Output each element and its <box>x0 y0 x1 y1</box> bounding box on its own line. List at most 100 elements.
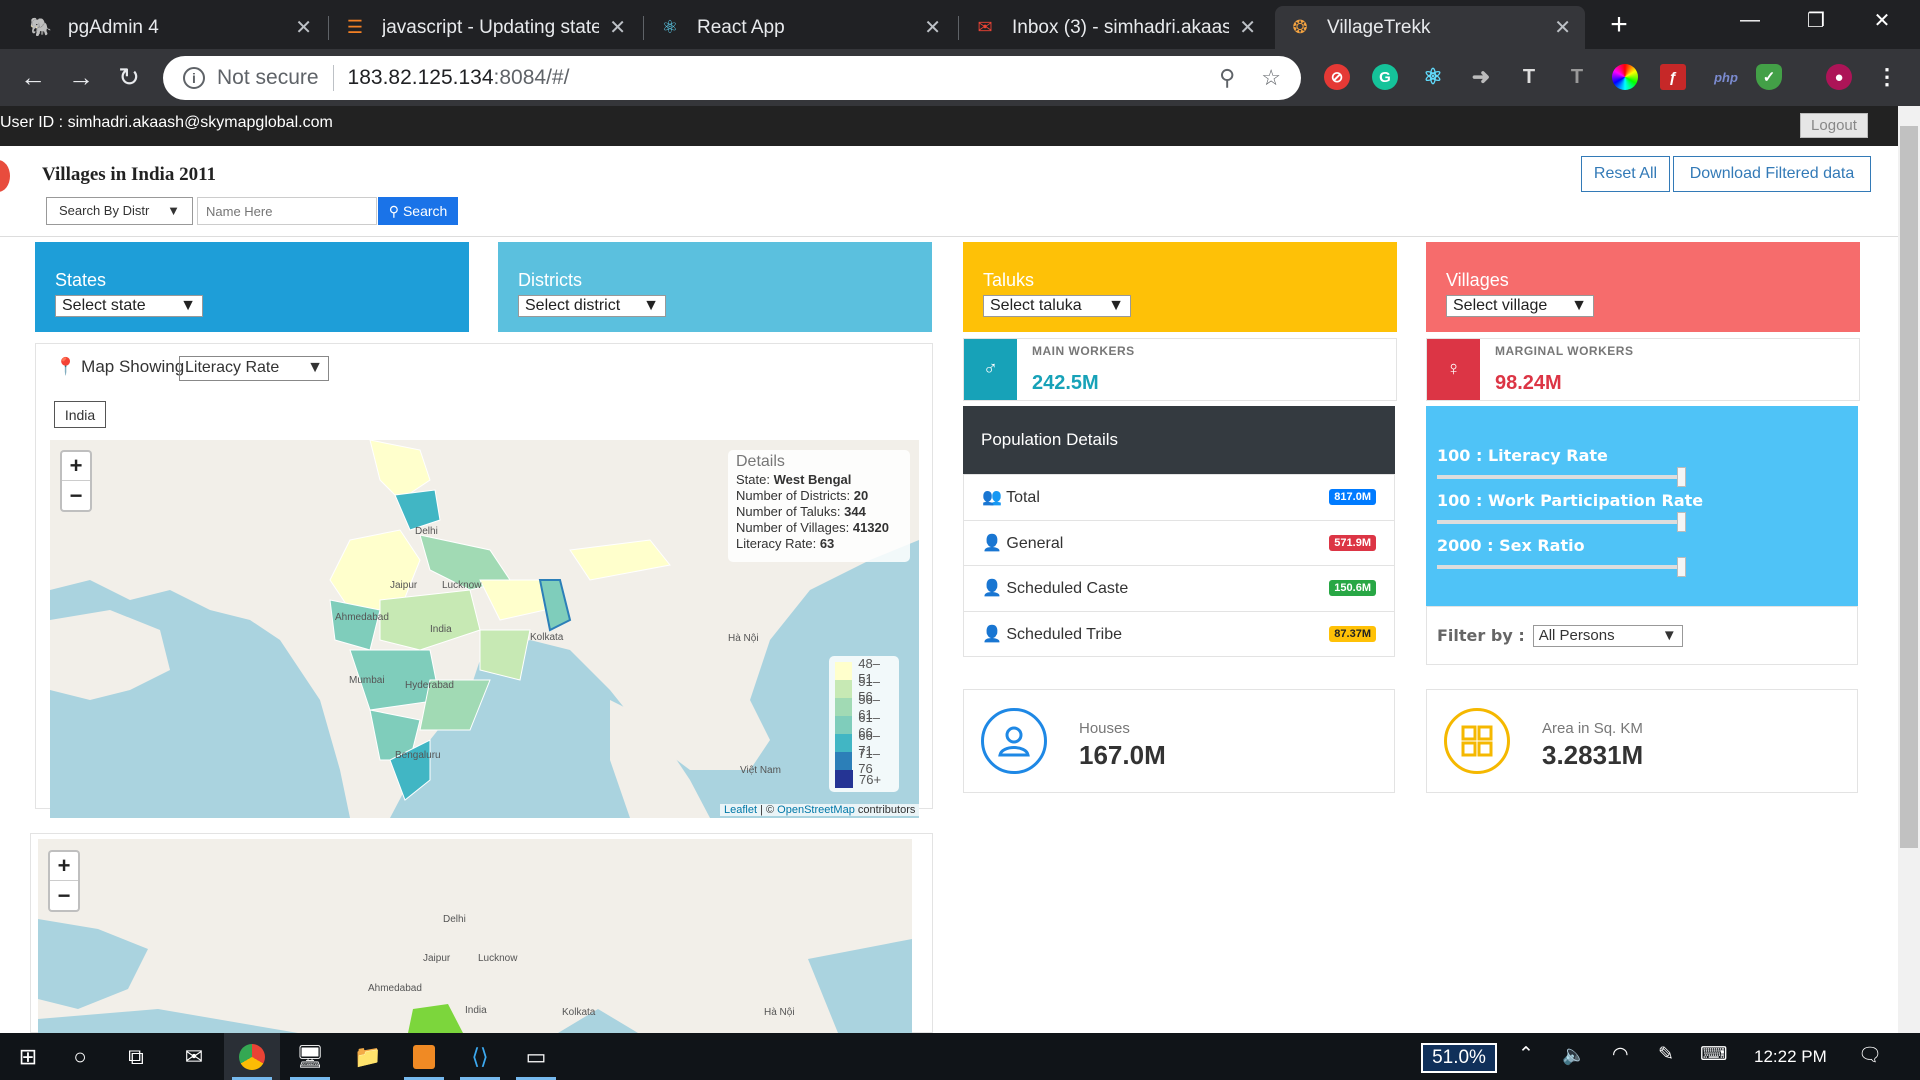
marginal-workers-value: 98.24M <box>1495 372 1562 394</box>
close-tab-icon[interactable]: ✕ <box>609 15 626 40</box>
chevron-up-icon[interactable]: ⌃ <box>1518 1043 1534 1066</box>
clock-time[interactable]: 12:22 PM <box>1754 1047 1827 1067</box>
reset-all-button[interactable]: Reset All <box>1581 156 1670 192</box>
close-tab-icon[interactable]: ✕ <box>1554 15 1571 40</box>
minimize-icon[interactable]: — <box>1720 0 1780 40</box>
react-devtools-icon[interactable]: ⚛ <box>1420 64 1446 90</box>
side-toggle-dot[interactable] <box>0 160 10 192</box>
close-window-icon[interactable]: ✕ <box>1852 0 1912 40</box>
map-metric-select[interactable]: Literacy Rate ▼ <box>179 356 329 381</box>
literacy-slider-handle[interactable] <box>1677 467 1686 487</box>
search-by-select[interactable]: Search By Distr ▼ <box>46 197 193 225</box>
vscode-icon[interactable]: ⟨⟩ <box>452 1033 508 1080</box>
population-label-text: Scheduled Caste <box>1006 580 1129 598</box>
state-odisha-chhattisgarh[interactable] <box>479 629 531 681</box>
close-tab-icon[interactable]: ✕ <box>924 15 941 40</box>
zoom-out-button[interactable]: − <box>50 881 78 910</box>
php-icon[interactable]: php <box>1708 64 1744 90</box>
avatar[interactable]: ● <box>1826 64 1852 90</box>
remote-desktop-icon[interactable]: 🖥 <box>282 1033 338 1080</box>
search-circle-icon[interactable]: ○ <box>52 1033 108 1080</box>
population-row-st: 👤 Scheduled Tribe 87.37M <box>964 612 1394 658</box>
tab-title: javascript - Updating state with <box>382 16 600 38</box>
search-input[interactable] <box>197 197 377 225</box>
zoom-out-button[interactable]: − <box>62 481 90 510</box>
zoom-in-button[interactable]: + <box>62 452 90 481</box>
volume-icon[interactable]: 🔈 <box>1562 1043 1586 1067</box>
wifi-icon[interactable]: ◠ <box>1612 1043 1629 1066</box>
new-tab-button[interactable]: + <box>1604 8 1634 41</box>
map2-zoom-control: + − <box>48 850 80 912</box>
village-select[interactable]: Select village ▼ <box>1446 295 1594 317</box>
sexratio-slider-handle[interactable] <box>1677 557 1686 577</box>
map-label: India <box>430 624 452 635</box>
forward-icon[interactable]: → <box>66 62 96 92</box>
font-icon[interactable]: T <box>1564 64 1590 90</box>
population-row-label: 👤 General <box>982 533 1063 553</box>
zoom-icon[interactable]: ⚲ <box>1219 65 1235 91</box>
task-view-icon[interactable]: ⧉ <box>108 1033 164 1080</box>
tab-divider <box>643 16 644 40</box>
zoom-in-button[interactable]: + <box>50 852 78 881</box>
keyboard-icon[interactable]: ⌨ <box>1700 1043 1727 1066</box>
sexratio-slider-label: 2000 : Sex Ratio <box>1437 536 1585 555</box>
details-literacy-label: Literacy Rate: <box>736 536 817 551</box>
close-tab-icon[interactable]: ✕ <box>1239 15 1256 40</box>
flash-icon[interactable]: ƒ <box>1660 64 1686 90</box>
map2-label: Ahmedabad <box>368 983 422 994</box>
tab-react-app[interactable]: ⚛ React App ✕ <box>645 6 955 49</box>
scrollbar-thumb[interactable] <box>1900 126 1918 848</box>
tab-villagetrekk[interactable]: ❂ VillageTrekk ✕ <box>1275 6 1585 49</box>
notification-icon[interactable]: 🗨 <box>1858 1043 1882 1067</box>
search-button[interactable]: ⚲ Search <box>378 197 458 225</box>
district-select[interactable]: Select district ▼ <box>518 295 666 317</box>
menu-kebab-icon[interactable]: ⋮ <box>1874 64 1900 90</box>
osm-link[interactable]: OpenStreetMap <box>777 804 855 816</box>
shield-icon[interactable]: ✓ <box>1756 64 1782 90</box>
color-picker-icon[interactable] <box>1612 64 1638 90</box>
logout-button[interactable]: Logout <box>1800 113 1868 138</box>
taluka-select[interactable]: Select taluka ▼ <box>983 295 1131 317</box>
population-label-text: Scheduled Tribe <box>1006 626 1123 644</box>
map2-label: Lucknow <box>478 953 518 964</box>
url-text[interactable]: 183.82.125.134:8084/#/ <box>348 66 1194 90</box>
work-slider-handle[interactable] <box>1677 512 1686 532</box>
download-filtered-button[interactable]: Download Filtered data <box>1673 156 1871 192</box>
address-bar[interactable]: i Not secure 183.82.125.134:8084/#/ ⚲ ☆ <box>163 56 1301 100</box>
grammarly-icon[interactable]: G <box>1372 64 1398 90</box>
pen-icon[interactable]: ✎ <box>1658 1043 1674 1066</box>
tab-javascript[interactable]: ☰ javascript - Updating state with ✕ <box>330 6 640 49</box>
map-legend: 48–51 51–56 56–61 61–66 66–71 71–76 76+ <box>829 656 899 792</box>
tab-pgadmin[interactable]: 🐘 pgAdmin 4 ✕ <box>16 6 326 49</box>
details-villages-value: 41320 <box>852 520 889 535</box>
tab-gmail[interactable]: ✉ Inbox (3) - simhadri.akaash@sky ✕ <box>960 6 1270 49</box>
district-select-value: Select district <box>525 297 621 314</box>
bookmark-star-icon[interactable]: ☆ <box>1261 65 1281 91</box>
terminal-icon[interactable]: ▭ <box>508 1033 564 1080</box>
work-slider-track[interactable] <box>1437 512 1686 532</box>
filter-by-select[interactable]: All Persons ▼ <box>1532 624 1683 647</box>
mail-icon[interactable]: ✉ <box>166 1033 222 1080</box>
india-region-button[interactable]: India <box>54 401 106 428</box>
close-tab-icon[interactable]: ✕ <box>295 15 312 40</box>
leaflet-link[interactable]: Leaflet <box>724 804 757 816</box>
info-icon[interactable]: i <box>183 67 205 89</box>
chrome-icon[interactable] <box>224 1033 280 1080</box>
reload-icon[interactable]: ↻ <box>114 62 144 92</box>
secondary-map[interactable]: Delhi Jaipur Lucknow Ahmedabad India Kol… <box>38 839 912 1033</box>
sublime-icon[interactable] <box>396 1033 452 1080</box>
sexratio-slider-track[interactable] <box>1437 557 1686 577</box>
filter-by-label: Filter by : <box>1437 626 1525 645</box>
literacy-slider-track[interactable] <box>1437 467 1686 487</box>
file-explorer-icon[interactable]: 📁 <box>340 1033 396 1080</box>
restore-icon[interactable]: ❐ <box>1786 0 1846 40</box>
state-select[interactable]: Select state ▼ <box>55 295 203 317</box>
battery-percentage[interactable]: 51.0% <box>1421 1043 1497 1073</box>
windows-start-icon[interactable]: ⊞ <box>0 1033 56 1080</box>
extension-blocker-icon[interactable]: ⊘ <box>1324 64 1350 90</box>
map-label: Jaipur <box>390 580 418 591</box>
arrow-extension-icon[interactable]: ➜ <box>1468 64 1494 90</box>
back-icon[interactable]: ← <box>18 62 48 92</box>
text-tool-icon[interactable]: T <box>1516 64 1542 90</box>
map-zoom-control: + − <box>60 450 92 512</box>
